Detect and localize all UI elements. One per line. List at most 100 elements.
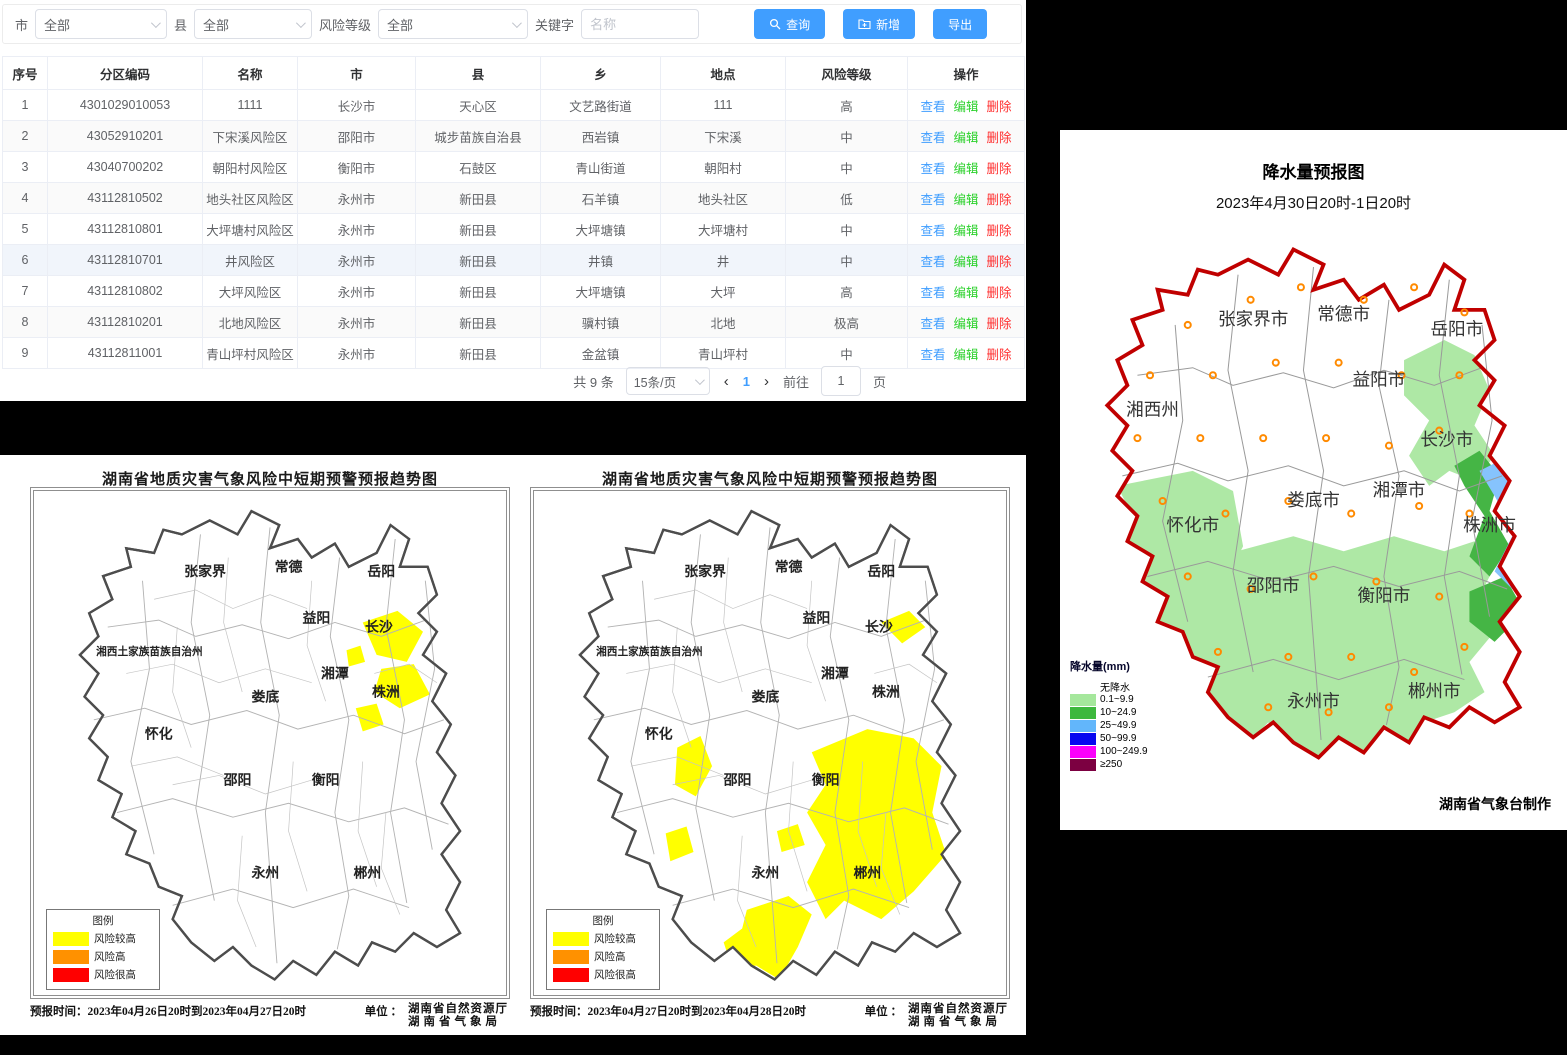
table-row[interactable]: 743112810802大坪风险区永州市新田县大坪塘镇大坪高 查看编辑删除: [3, 276, 1025, 307]
cell-code: 43112810201: [48, 307, 203, 338]
edit-link[interactable]: 编辑: [953, 131, 978, 145]
city-label: 娄底: [751, 688, 779, 704]
cell-ops: 查看编辑删除: [908, 90, 1025, 121]
cell-level: 中: [786, 121, 908, 152]
table-row[interactable]: 543112810801大坪塘村风险区永州市新田县大坪塘镇大坪塘村中 查看编辑删…: [3, 214, 1025, 245]
delete-link[interactable]: 删除: [987, 162, 1012, 176]
edit-link[interactable]: 编辑: [953, 317, 978, 331]
cell-name: 青山坪村风险区: [203, 338, 298, 369]
col-header: 操作: [908, 57, 1025, 90]
cell-county: 石鼓区: [416, 152, 541, 183]
city-label: 益阳: [802, 609, 830, 625]
delete-link[interactable]: 删除: [987, 131, 1012, 145]
city-label: 永州: [250, 864, 279, 880]
delete-link[interactable]: 删除: [987, 317, 1012, 331]
risk-level-select[interactable]: 全部: [378, 9, 528, 39]
cell-town: 大坪塘镇: [541, 276, 661, 307]
city-label: 衡阳: [312, 772, 340, 788]
risk-level-select-value: 全部: [387, 15, 413, 34]
cell-town: 青山街道: [541, 152, 661, 183]
risk-zone-table-panel: 市 全部 县 全部 风险等级 全部 关键字 查询 新增 导出: [0, 0, 1026, 401]
cell-no: 5: [3, 214, 48, 245]
delete-link[interactable]: 删除: [987, 224, 1012, 238]
table-row[interactable]: 143010290100531111长沙市天心区文艺路街道111高 查看编辑删除: [3, 90, 1025, 121]
prev-page-button[interactable]: ‹: [722, 373, 731, 390]
city-label: 益阳市: [1352, 369, 1405, 389]
view-link[interactable]: 查看: [920, 100, 945, 114]
city-label: 衡阳: [812, 772, 840, 788]
view-link[interactable]: 查看: [920, 162, 945, 176]
chevron-down-icon: [512, 18, 522, 28]
legend-swatch-yellow: [553, 932, 589, 946]
legend-swatch-orange: [553, 950, 589, 964]
add-button[interactable]: 新增: [843, 9, 915, 39]
table-row[interactable]: 643112810701井风险区永州市新田县井镇井中 查看编辑删除: [3, 245, 1025, 276]
cell-ops: 查看编辑删除: [908, 183, 1025, 214]
cell-name: 井风险区: [203, 245, 298, 276]
county-select[interactable]: 全部: [194, 9, 312, 39]
table-row[interactable]: 943112811001青山坪村风险区永州市新田县金盆镇青山坪村中 查看编辑删除: [3, 338, 1025, 369]
edit-link[interactable]: 编辑: [953, 286, 978, 300]
edit-link[interactable]: 编辑: [953, 193, 978, 207]
edit-link[interactable]: 编辑: [953, 224, 978, 238]
search-button[interactable]: 查询: [754, 9, 825, 39]
cell-code: 43112811001: [48, 338, 203, 369]
table-row[interactable]: 243052910201下宋溪风险区邵阳市城步苗族自治县西岩镇下宋溪中 查看编辑…: [3, 121, 1025, 152]
legend-swatch-yellow: [53, 932, 89, 946]
precip-legend-title: 降水量(mm): [1070, 658, 1148, 674]
city-label: 长沙: [365, 619, 393, 635]
legend-label: 风险较高: [594, 931, 636, 946]
keyword-input[interactable]: [581, 9, 699, 39]
table-row[interactable]: 343040700202朝阳村风险区衡阳市石鼓区青山街道朝阳村中 查看编辑删除: [3, 152, 1025, 183]
cell-place: 下宋溪: [661, 121, 786, 152]
goto-page-input[interactable]: [821, 366, 861, 396]
delete-link[interactable]: 删除: [987, 286, 1012, 300]
view-link[interactable]: 查看: [920, 317, 945, 331]
cell-city: 长沙市: [298, 90, 416, 121]
delete-link[interactable]: 删除: [987, 348, 1012, 362]
rain-zone-light-green-south: [1203, 536, 1495, 762]
delete-link[interactable]: 删除: [987, 193, 1012, 207]
legend-label: 风险较高: [94, 931, 136, 946]
risk-level-filter-label: 风险等级: [319, 15, 371, 34]
city-label: 张家界: [184, 563, 226, 579]
next-page-button[interactable]: ›: [762, 373, 771, 390]
legend-label: 10~24.9: [1100, 707, 1136, 718]
cell-ops: 查看编辑删除: [908, 307, 1025, 338]
view-link[interactable]: 查看: [920, 348, 945, 362]
cell-place: 青山坪村: [661, 338, 786, 369]
cell-level: 极高: [786, 307, 908, 338]
table-row[interactable]: 443112810502地头社区风险区永州市新田县石羊镇地头社区低 查看编辑删除: [3, 183, 1025, 214]
city-label: 邵阳: [223, 772, 252, 788]
trend-map-footer: 预报时间：2023年04月26日20时到2023年04月27日20时 单位 ： …: [30, 1003, 508, 1029]
unit-block: 单位 ： 湖南省自然资源厅 湖南省气象局: [865, 1003, 1008, 1029]
cell-ops: 查看编辑删除: [908, 214, 1025, 245]
chevron-down-icon: [151, 18, 161, 28]
trend-maps-panel: 湖南省地质灾害气象风险中短期预警预报趋势图 张家界 常德 岳阳 湘西土家族苗族自…: [0, 455, 1026, 1035]
view-link[interactable]: 查看: [920, 131, 945, 145]
unit-label: 单位 ：: [365, 1003, 402, 1029]
cell-name: 朝阳村风险区: [203, 152, 298, 183]
city-select[interactable]: 全部: [35, 9, 167, 39]
view-link[interactable]: 查看: [920, 224, 945, 238]
table-row[interactable]: 843112810201北地风险区永州市新田县骥村镇北地极高 查看编辑删除: [3, 307, 1025, 338]
cell-city: 永州市: [298, 214, 416, 245]
current-page[interactable]: 1: [743, 374, 750, 389]
add-button-label: 新增: [876, 16, 900, 33]
view-link[interactable]: 查看: [920, 193, 945, 207]
page-size-select[interactable]: 15条/页: [626, 367, 710, 395]
edit-link[interactable]: 编辑: [953, 348, 978, 362]
edit-link[interactable]: 编辑: [953, 100, 978, 114]
edit-link[interactable]: 编辑: [953, 162, 978, 176]
edit-link[interactable]: 编辑: [953, 255, 978, 269]
cell-place: 井: [661, 245, 786, 276]
trend-map-footer: 预报时间：2023年04月27日20时到2023年04月28日20时 单位 ： …: [530, 1003, 1008, 1029]
keyword-filter-label: 关键字: [535, 15, 574, 34]
view-link[interactable]: 查看: [920, 255, 945, 269]
view-link[interactable]: 查看: [920, 286, 945, 300]
export-button[interactable]: 导出: [933, 9, 987, 39]
delete-link[interactable]: 删除: [987, 100, 1012, 114]
search-button-label: 查询: [786, 16, 810, 33]
delete-link[interactable]: 删除: [987, 255, 1012, 269]
cell-county: 新田县: [416, 245, 541, 276]
